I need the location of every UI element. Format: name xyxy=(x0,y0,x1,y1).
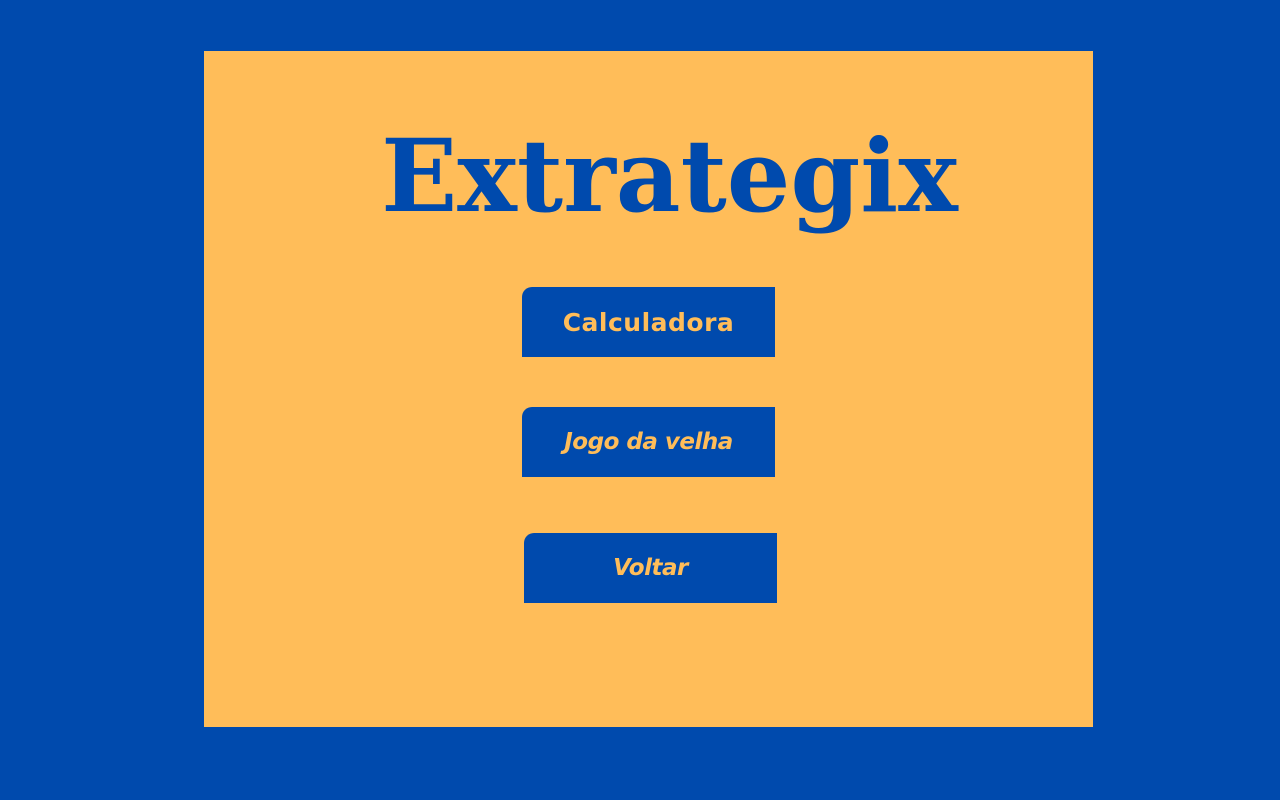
jogo-da-velha-button[interactable]: Jogo da velha xyxy=(522,407,775,477)
calculadora-button[interactable]: Calculadora xyxy=(522,287,775,357)
app-title: Extrategix xyxy=(381,117,958,235)
voltar-button[interactable]: Voltar xyxy=(524,533,777,603)
